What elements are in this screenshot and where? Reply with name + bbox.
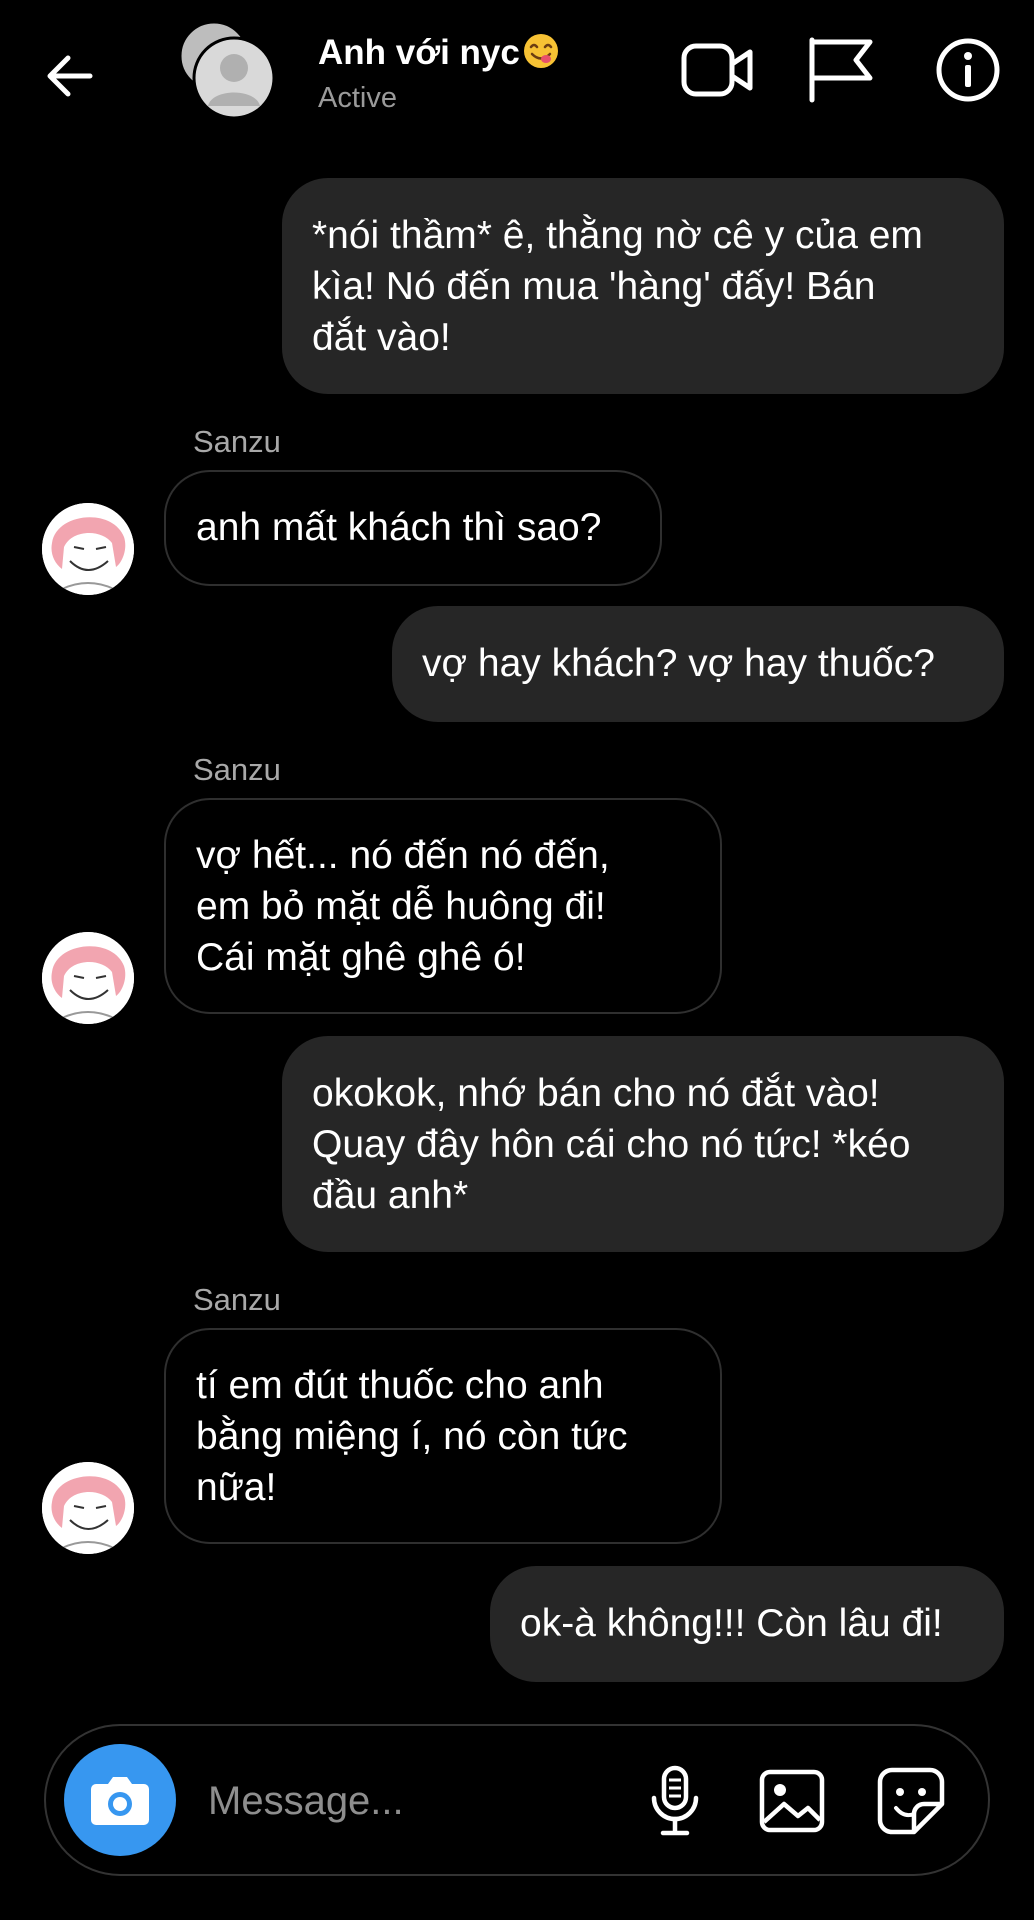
- video-call-icon: [681, 43, 753, 97]
- message-line: ok-à không!!! Còn lâu đi!: [520, 1602, 943, 1645]
- sender-name: Sanzu: [193, 1282, 281, 1317]
- message-line: *nói thầm* ê, thằng nờ cê y của em: [312, 214, 923, 257]
- message-line: bằng miệng í, nó còn tức: [196, 1415, 628, 1458]
- message-input[interactable]: [206, 1770, 610, 1832]
- voice-message-button[interactable]: [636, 1762, 714, 1840]
- message-line: đắt vào!: [312, 316, 451, 359]
- info-button[interactable]: [930, 34, 1006, 106]
- message-line: okokok, nhớ bán cho nó đắt vào!: [312, 1072, 880, 1115]
- group-avatar[interactable]: [178, 20, 288, 122]
- message-line: tí em đút thuốc cho anh: [196, 1364, 604, 1407]
- image-icon: [759, 1769, 825, 1833]
- active-status: Active: [318, 82, 397, 114]
- camera-button[interactable]: [64, 1744, 176, 1856]
- sender-name: Sanzu: [193, 752, 281, 787]
- sender-avatar[interactable]: [42, 503, 134, 595]
- message-line: nữa!: [196, 1466, 277, 1509]
- message-bubble-incoming[interactable]: vợ hết... nó đến nó đến, em bỏ mặt dễ hu…: [164, 798, 722, 1014]
- message-line: Quay đây hôn cái cho nó tức! *kéo: [312, 1123, 911, 1166]
- message-line: vợ hay khách? vợ hay thuốc?: [422, 642, 935, 685]
- message-bubble-incoming[interactable]: tí em đút thuốc cho anh bằng miệng í, nó…: [164, 1328, 722, 1544]
- message-line: anh mất khách thì sao?: [196, 506, 602, 549]
- message-line: vợ hết... nó đến nó đến,: [196, 834, 610, 877]
- message-line: kìa! Nó đến mua 'hàng' đấy! Bán: [312, 265, 876, 308]
- info-icon: [936, 38, 1000, 102]
- message-line: đầu anh*: [312, 1174, 469, 1217]
- back-button[interactable]: [42, 48, 98, 104]
- microphone-icon: [651, 1765, 699, 1836]
- sender-name: Sanzu: [193, 424, 281, 459]
- message-bubble-outgoing[interactable]: ok-à không!!! Còn lâu đi!: [490, 1566, 1004, 1682]
- message-line: Cái mặt ghê ghê ó!: [196, 936, 526, 979]
- conversation-title[interactable]: Anh với nyc: [318, 32, 560, 73]
- yum-emoji: [522, 32, 560, 70]
- flag-icon: [809, 37, 873, 103]
- sticker-button[interactable]: [872, 1762, 950, 1840]
- chat-title: Anh với nyc: [318, 33, 520, 72]
- message-bubble-incoming[interactable]: anh mất khách thì sao?: [164, 470, 662, 586]
- message-bubble-outgoing[interactable]: okokok, nhớ bán cho nó đắt vào! Quay đây…: [282, 1036, 1004, 1252]
- sender-avatar[interactable]: [42, 1462, 134, 1554]
- message-bubble-outgoing[interactable]: *nói thầm* ê, thằng nờ cê y của em kìa! …: [282, 178, 1004, 394]
- arrow-left-icon: [47, 55, 93, 97]
- sticker-icon: [877, 1767, 945, 1835]
- sender-avatar[interactable]: [42, 932, 134, 1024]
- report-button[interactable]: [804, 34, 880, 106]
- message-line: em bỏ mặt dễ huông đi!: [196, 885, 606, 928]
- message-bubble-outgoing[interactable]: vợ hay khách? vợ hay thuốc?: [392, 606, 1004, 722]
- video-call-button[interactable]: [680, 34, 756, 106]
- camera-icon: [91, 1777, 149, 1825]
- gallery-button[interactable]: [754, 1762, 832, 1840]
